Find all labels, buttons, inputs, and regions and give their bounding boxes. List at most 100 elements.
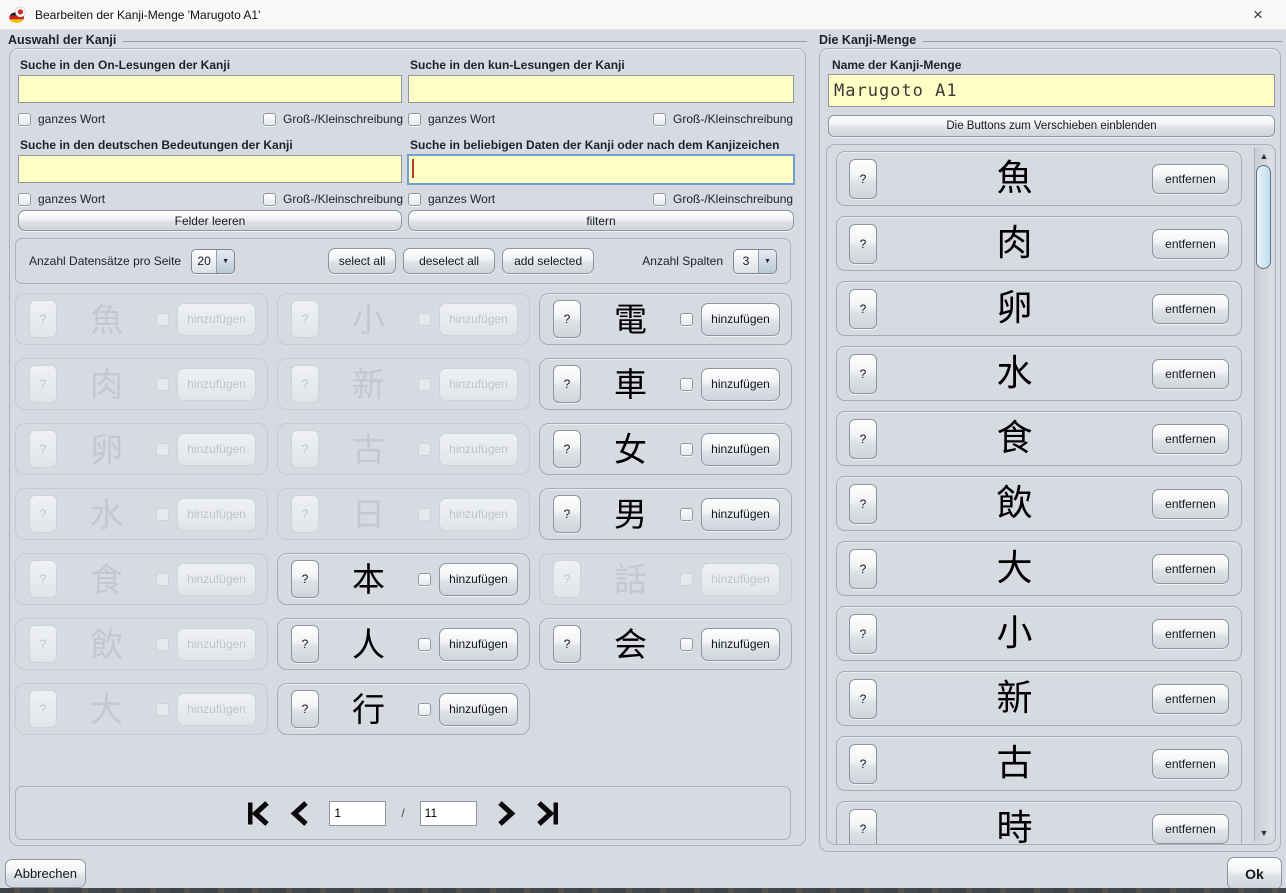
add-kanji-button[interactable]: hinzufügen bbox=[439, 563, 518, 596]
select-kanji-checkbox[interactable] bbox=[156, 573, 169, 586]
kanji-info-button[interactable]: ? bbox=[849, 614, 877, 654]
remove-kanji-button[interactable]: entfernen bbox=[1152, 489, 1229, 519]
kanji-info-button[interactable]: ? bbox=[29, 690, 57, 728]
last-page-button[interactable] bbox=[535, 799, 563, 827]
scroll-up-icon[interactable]: ▲ bbox=[1255, 148, 1273, 164]
set-name-input[interactable] bbox=[828, 74, 1275, 107]
add-selected-button[interactable]: add selected bbox=[502, 248, 594, 274]
ok-button[interactable]: Ok bbox=[1227, 857, 1282, 890]
select-kanji-checkbox[interactable] bbox=[680, 508, 693, 521]
remove-kanji-button[interactable]: entfernen bbox=[1152, 554, 1229, 584]
search-kun-input[interactable] bbox=[408, 75, 794, 103]
add-kanji-button[interactable]: hinzufügen bbox=[701, 368, 780, 401]
select-kanji-checkbox[interactable] bbox=[418, 313, 431, 326]
select-kanji-checkbox[interactable] bbox=[680, 313, 693, 326]
select-kanji-checkbox[interactable] bbox=[680, 443, 693, 456]
add-kanji-button[interactable]: hinzufügen bbox=[701, 303, 780, 336]
add-kanji-button[interactable]: hinzufügen bbox=[177, 628, 256, 661]
filter-button[interactable]: filtern bbox=[408, 210, 794, 231]
kanji-info-button[interactable]: ? bbox=[291, 430, 319, 468]
add-kanji-button[interactable]: hinzufügen bbox=[439, 368, 518, 401]
select-kanji-checkbox[interactable] bbox=[156, 313, 169, 326]
remove-kanji-button[interactable]: entfernen bbox=[1152, 359, 1229, 389]
case-checkbox[interactable] bbox=[263, 193, 276, 206]
whole-word-checkbox[interactable] bbox=[408, 193, 421, 206]
add-kanji-button[interactable]: hinzufügen bbox=[177, 498, 256, 531]
kanji-info-button[interactable]: ? bbox=[553, 365, 581, 403]
remove-kanji-button[interactable]: entfernen bbox=[1152, 619, 1229, 649]
add-kanji-button[interactable]: hinzufügen bbox=[439, 498, 518, 531]
select-kanji-checkbox[interactable] bbox=[156, 443, 169, 456]
remove-kanji-button[interactable]: entfernen bbox=[1152, 164, 1229, 194]
scrollbar-thumb[interactable] bbox=[1256, 165, 1271, 269]
add-kanji-button[interactable]: hinzufügen bbox=[439, 693, 518, 726]
total-pages-input[interactable] bbox=[420, 801, 477, 826]
remove-kanji-button[interactable]: entfernen bbox=[1152, 684, 1229, 714]
select-kanji-checkbox[interactable] bbox=[156, 378, 169, 391]
kanji-info-button[interactable]: ? bbox=[29, 430, 57, 468]
kanji-info-button[interactable]: ? bbox=[849, 679, 877, 719]
add-kanji-button[interactable]: hinzufügen bbox=[701, 628, 780, 661]
first-page-button[interactable] bbox=[243, 799, 271, 827]
show-move-buttons-button[interactable]: Die Buttons zum Verschieben einblenden bbox=[828, 115, 1275, 137]
kanji-info-button[interactable]: ? bbox=[291, 300, 319, 338]
kanji-info-button[interactable]: ? bbox=[553, 430, 581, 468]
kanji-info-button[interactable]: ? bbox=[849, 159, 877, 199]
add-kanji-button[interactable]: hinzufügen bbox=[439, 628, 518, 661]
select-kanji-checkbox[interactable] bbox=[156, 703, 169, 716]
kanji-info-button[interactable]: ? bbox=[849, 809, 877, 846]
scroll-down-icon[interactable]: ▼ bbox=[1255, 825, 1273, 841]
search-de-input[interactable] bbox=[18, 155, 402, 183]
remove-kanji-button[interactable]: entfernen bbox=[1152, 424, 1229, 454]
select-all-button[interactable]: select all bbox=[328, 248, 396, 274]
kanji-info-button[interactable]: ? bbox=[849, 224, 877, 264]
search-on-input[interactable] bbox=[18, 75, 402, 103]
select-kanji-checkbox[interactable] bbox=[680, 378, 693, 391]
whole-word-checkbox[interactable] bbox=[18, 113, 31, 126]
add-kanji-button[interactable]: hinzufügen bbox=[177, 303, 256, 336]
kanji-info-button[interactable]: ? bbox=[29, 560, 57, 598]
case-checkbox[interactable] bbox=[653, 193, 666, 206]
kanji-info-button[interactable]: ? bbox=[849, 484, 877, 524]
add-kanji-button[interactable]: hinzufügen bbox=[177, 693, 256, 726]
remove-kanji-button[interactable]: entfernen bbox=[1152, 229, 1229, 259]
whole-word-checkbox[interactable] bbox=[18, 193, 31, 206]
add-kanji-button[interactable]: hinzufügen bbox=[701, 498, 780, 531]
kanji-info-button[interactable]: ? bbox=[849, 549, 877, 589]
kanji-info-button[interactable]: ? bbox=[553, 625, 581, 663]
select-kanji-checkbox[interactable] bbox=[156, 508, 169, 521]
kanji-info-button[interactable]: ? bbox=[849, 744, 877, 784]
search-any-input[interactable] bbox=[407, 154, 795, 185]
kanji-info-button[interactable]: ? bbox=[553, 300, 581, 338]
kanji-info-button[interactable]: ? bbox=[849, 354, 877, 394]
add-kanji-button[interactable]: hinzufügen bbox=[439, 433, 518, 466]
kanji-info-button[interactable]: ? bbox=[29, 365, 57, 403]
select-kanji-checkbox[interactable] bbox=[418, 443, 431, 456]
add-kanji-button[interactable]: hinzufügen bbox=[177, 368, 256, 401]
columns-select[interactable]: 3 ▼ bbox=[733, 249, 777, 274]
remove-kanji-button[interactable]: entfernen bbox=[1152, 814, 1229, 844]
select-kanji-checkbox[interactable] bbox=[680, 573, 693, 586]
kanji-info-button[interactable]: ? bbox=[29, 495, 57, 533]
case-checkbox[interactable] bbox=[263, 113, 276, 126]
next-page-button[interactable] bbox=[492, 799, 520, 827]
page-size-select[interactable]: 20 ▼ bbox=[191, 249, 235, 274]
select-kanji-checkbox[interactable] bbox=[418, 703, 431, 716]
kanji-info-button[interactable]: ? bbox=[849, 419, 877, 459]
kanji-info-button[interactable]: ? bbox=[553, 560, 581, 598]
select-kanji-checkbox[interactable] bbox=[418, 508, 431, 521]
kanji-info-button[interactable]: ? bbox=[291, 365, 319, 403]
select-kanji-checkbox[interactable] bbox=[156, 638, 169, 651]
kanji-info-button[interactable]: ? bbox=[291, 690, 319, 728]
vertical-scrollbar[interactable]: ▲ ▼ bbox=[1254, 148, 1272, 841]
kanji-info-button[interactable]: ? bbox=[291, 560, 319, 598]
kanji-info-button[interactable]: ? bbox=[29, 300, 57, 338]
case-checkbox[interactable] bbox=[653, 113, 666, 126]
kanji-info-button[interactable]: ? bbox=[553, 495, 581, 533]
add-kanji-button[interactable]: hinzufügen bbox=[177, 563, 256, 596]
remove-kanji-button[interactable]: entfernen bbox=[1152, 749, 1229, 779]
kanji-info-button[interactable]: ? bbox=[29, 625, 57, 663]
select-kanji-checkbox[interactable] bbox=[418, 573, 431, 586]
kanji-info-button[interactable]: ? bbox=[849, 289, 877, 329]
deselect-all-button[interactable]: deselect all bbox=[403, 248, 495, 274]
